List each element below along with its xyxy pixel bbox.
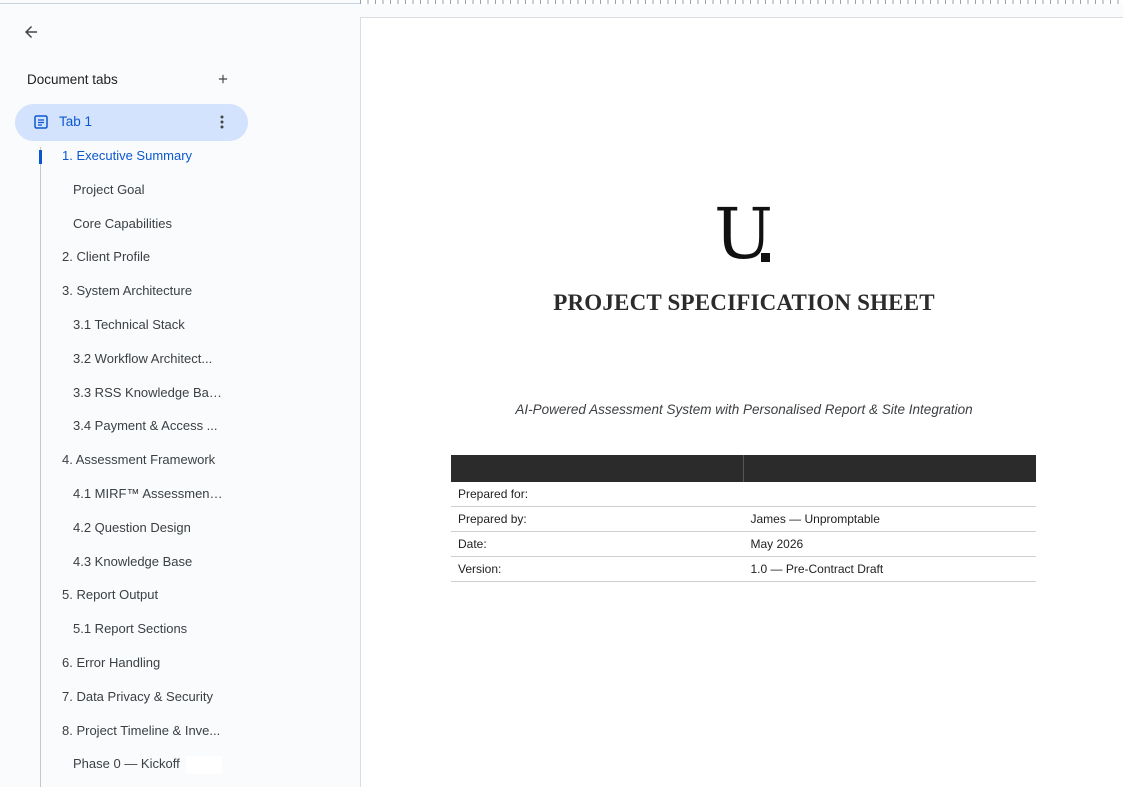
outline-item[interactable]: 3.2 Workflow Architect... [73,345,225,373]
spec-table-row: Version: 1.0 — Pre-Contract Draft [451,556,1036,582]
more-vertical-icon [220,115,224,129]
back-button[interactable] [15,16,47,48]
logo-dot [761,253,770,262]
plus-icon [218,74,228,84]
outline-item[interactable]: Project Goal [73,176,225,204]
spec-value [743,482,1036,507]
spec-table-header-cell [451,455,744,482]
outline-item[interactable]: 2. Client Profile [62,243,232,271]
arrow-left-icon [25,26,37,38]
outline-item[interactable]: 5. Report Output [62,581,232,609]
outline-item[interactable]: 3. System Architecture [62,277,232,305]
redaction-box [186,756,222,774]
outline-item[interactable]: 7. Data Privacy & Security [62,683,232,711]
spec-value: 1.0 — Pre-Contract Draft [743,556,1036,582]
spec-table-row: Date: May 2026 [451,531,1036,557]
outline-item[interactable]: 3.1 Technical Stack [73,311,225,339]
spec-table-row: Prepared by: James — Unpromptable [451,506,1036,532]
outline-item[interactable]: 1. Executive Summary [62,142,232,170]
document-tabs-title: Document tabs [27,72,118,87]
spec-value: James — Unpromptable [743,506,1036,532]
add-tab-button[interactable] [213,69,233,89]
outline-active-indicator [39,150,42,164]
outline-item[interactable]: 8. Project Timeline & Inve... [62,717,232,745]
outline-guide-line [40,147,41,787]
tab-1[interactable]: Tab 1 [15,104,248,141]
tab-label: Tab 1 [59,114,93,129]
spec-table-header [451,455,1036,482]
spec-table-header-cell [743,455,1036,482]
spec-label: Prepared by: [451,506,744,532]
spec-value: May 2026 [743,531,1036,557]
spec-table-row: Prepared for: [451,482,1036,507]
spec-label: Date: [451,531,744,557]
outline-item[interactable]: 4. Assessment Framework [62,446,232,474]
spec-table: Prepared for: Prepared by: James — Unpromp… [451,455,1036,582]
outline-item[interactable]: 5.1 Report Sections [73,615,225,643]
outline-item[interactable]: 4.3 Knowledge Base [73,548,225,576]
spec-label: Prepared for: [451,482,744,507]
outline-item[interactable]: Core Capabilities [73,210,225,238]
ruler[interactable] [360,0,1123,4]
document-title: PROJECT SPECIFICATION SHEET [553,290,935,315]
document-subtitle: AI-Powered Assessment System with Person… [515,402,973,417]
outline-item[interactable]: 3.3 RSS Knowledge Bas... [73,379,225,407]
outline-item[interactable]: 3.4 Payment & Access ... [73,412,225,440]
spec-table-body: Prepared for: Prepared by: James — Unpromp… [451,482,1036,582]
spec-label: Version: [451,556,744,582]
ruler-ticks [360,0,1123,4]
tab-options-button[interactable] [212,112,232,132]
document-outline-sidebar: Document tabs Tab 1 1. Executive Summary… [0,4,360,787]
document-logo: U [714,198,774,270]
document-tabs-header: Document tabs [27,71,247,93]
outline-item[interactable]: 4.2 Question Design [73,514,225,542]
outline-item[interactable]: 4.1 MIRF™ Assessment ... [73,480,225,508]
document-icon [34,115,48,129]
outline-item[interactable]: 6. Error Handling [62,649,232,677]
